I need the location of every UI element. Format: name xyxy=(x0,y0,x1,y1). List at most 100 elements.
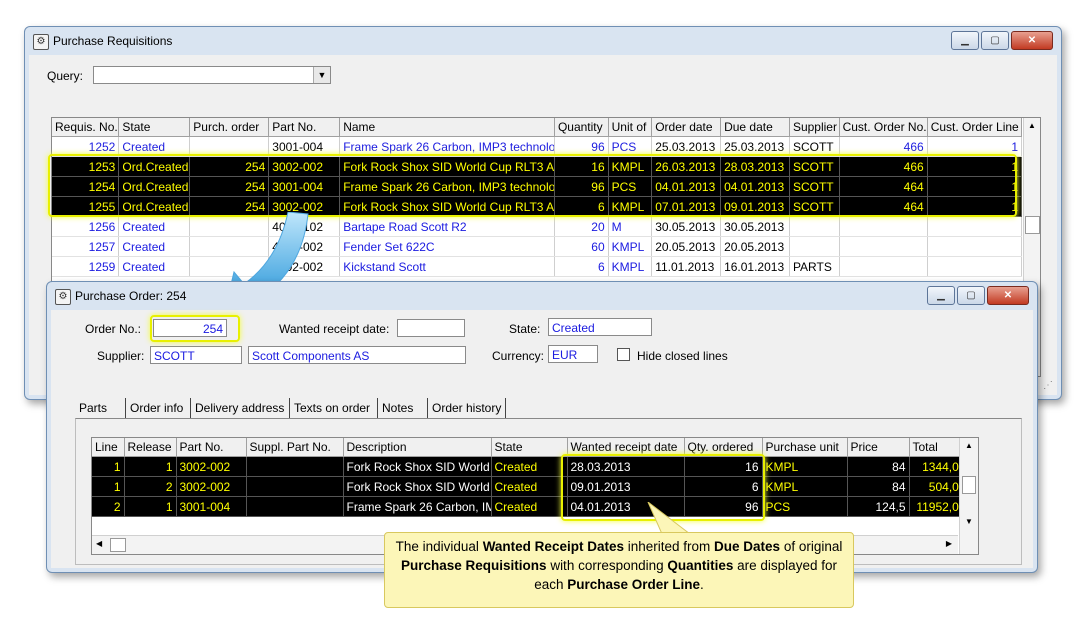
wanted-receipt-field[interactable] xyxy=(397,319,465,337)
cell-release: 2 xyxy=(124,476,177,497)
query-dropdown[interactable]: ▼ xyxy=(93,66,331,84)
table-row[interactable]: 1257Created4001-002Fender Set 622C60KMPL… xyxy=(52,236,1023,257)
scroll-right-icon[interactable]: ▶ xyxy=(946,539,952,548)
pr-column-header[interactable]: Due date xyxy=(720,118,790,137)
chevron-down-icon[interactable]: ▼ xyxy=(313,67,330,83)
po-column-header[interactable]: Description xyxy=(343,438,492,457)
table-row[interactable]: 1255 Ord.Created 254 3002-002 Fork Rock Shox… xyxy=(52,196,1023,217)
po-vertical-scrollbar[interactable]: ▲ ▼ xyxy=(959,438,978,554)
scrollbar-thumb[interactable] xyxy=(1025,216,1040,234)
pr-titlebar[interactable]: ⚙ Purchase Requisitions ▁ ▢ ✕ xyxy=(25,27,1061,55)
cell-line xyxy=(927,256,1023,277)
po-titlebar[interactable]: ⚙ Purchase Order: 254 ▁ ▢ ✕ xyxy=(47,282,1037,310)
pr-column-header[interactable]: Purch. order xyxy=(189,118,270,137)
po-column-header[interactable]: Suppl. Part No. xyxy=(246,438,344,457)
table-row[interactable]: 1252 Created 3001-004 Frame Spark 26 Carbon… xyxy=(52,136,1023,157)
cell-due: 28.03.2013 xyxy=(720,156,790,177)
po-column-header[interactable]: Purchase unit xyxy=(762,438,848,457)
minimize-button[interactable]: ▁ xyxy=(927,286,955,305)
pr-column-header[interactable]: Quantity xyxy=(554,118,609,137)
pr-column-header[interactable]: Unit of xyxy=(608,118,653,137)
scrollbar-thumb[interactable] xyxy=(962,476,976,494)
cell-cust: 464 xyxy=(839,176,928,197)
cell-name: Kickstand Scott xyxy=(339,256,555,277)
callout-emphasis: Purchase Requisitions xyxy=(401,558,547,573)
tab-notes[interactable]: Notes xyxy=(377,398,417,418)
cell-desc: Fork Rock Shox SID World xyxy=(343,476,492,497)
size-grip-icon[interactable]: ⋰ xyxy=(1043,380,1053,391)
cell-po: 254 xyxy=(189,156,270,177)
cell-unit: KMPL xyxy=(762,456,848,477)
scroll-up-icon[interactable]: ▲ xyxy=(960,438,978,454)
table-row[interactable]: 1256Created4003-102Bartape Road Scott R2… xyxy=(52,216,1023,237)
table-row[interactable]: 1259 Created 4002-002 Kickstand Scott 6 KMPL 1… xyxy=(52,256,1023,277)
tab-parts[interactable]: Parts xyxy=(75,398,112,418)
po-column-header[interactable]: Line xyxy=(92,438,125,457)
table-row[interactable]: 1254 Ord.Created 254 3001-004 Frame Spark 26… xyxy=(52,176,1023,197)
callout-note: The individual Wanted Receipt Dates inhe… xyxy=(384,532,854,608)
callout-pointer xyxy=(647,502,692,535)
cell-qty: 16 xyxy=(684,456,763,477)
currency-label: Currency: xyxy=(492,349,545,363)
cell-order: 07.01.2013 xyxy=(651,196,722,217)
cell-wanted: 28.03.2013 xyxy=(567,456,685,477)
po-column-header[interactable]: Price xyxy=(847,438,910,457)
maximize-button[interactable]: ▢ xyxy=(957,286,985,305)
order-no-label: Order No.: xyxy=(85,322,142,336)
cell-unit: KMPL xyxy=(608,196,653,217)
cell-state: Ord.Created xyxy=(118,156,191,177)
po-column-header[interactable]: Part No. xyxy=(176,438,247,457)
pr-column-header[interactable]: Part No. xyxy=(268,118,341,137)
table-row[interactable]: 1253 Ord.Created 254 3002-002 Fork Rock Shox… xyxy=(52,156,1023,177)
pr-column-header[interactable]: Supplier xyxy=(789,118,840,137)
cell-order: 30.05.2013 xyxy=(651,216,722,237)
scroll-down-icon[interactable]: ▼ xyxy=(960,517,978,526)
maximize-button[interactable]: ▢ xyxy=(981,31,1009,50)
hide-closed-checkbox[interactable] xyxy=(617,348,630,361)
cell-state: Created xyxy=(491,456,568,477)
close-button[interactable]: ✕ xyxy=(987,286,1029,305)
tab-order-info[interactable]: Order info xyxy=(125,398,187,418)
tab-order-history[interactable]: Order history xyxy=(427,398,507,418)
purchase-order-window: ⚙ Purchase Order: 254 ▁ ▢ ✕ Order No.: 2… xyxy=(46,281,1038,573)
po-column-header[interactable]: Release xyxy=(124,438,177,457)
cell-qty: 6 xyxy=(684,476,763,497)
pr-window-title: Purchase Requisitions xyxy=(53,34,173,48)
callout-run: of original xyxy=(780,539,843,554)
close-button[interactable]: ✕ xyxy=(1011,31,1053,50)
currency-field[interactable]: EUR xyxy=(548,345,598,363)
pr-column-header[interactable]: State xyxy=(118,118,191,137)
order-no-field[interactable]: 254 xyxy=(153,319,227,337)
pr-column-header[interactable]: Order date xyxy=(651,118,722,137)
supplier-label: Supplier: xyxy=(97,349,145,363)
callout-run: The individual xyxy=(395,539,483,554)
tab-texts-on-order[interactable]: Texts on order xyxy=(289,398,374,418)
cell-req: 1252 xyxy=(52,136,120,157)
po-column-header[interactable]: Qty. ordered xyxy=(684,438,763,457)
cell-state: Created xyxy=(118,256,191,277)
cell-supplier: PARTS xyxy=(789,256,840,277)
cell-release: 1 xyxy=(124,496,177,517)
pr-column-header[interactable]: Cust. Order Line xyxy=(927,118,1023,137)
scroll-left-icon[interactable]: ◀ xyxy=(96,539,102,548)
pr-column-header[interactable]: Requis. No. xyxy=(52,118,120,137)
scroll-up-icon[interactable]: ▲ xyxy=(1024,118,1040,134)
cell-price: 84 xyxy=(847,476,910,497)
supplier-code-field[interactable]: SCOTT xyxy=(150,346,242,364)
cell-line: 1 xyxy=(92,476,125,497)
table-row[interactable]: 1 1 3002-002 Fork Rock Shox SID World Create… xyxy=(92,456,970,477)
table-row[interactable]: 2 1 3001-004 Frame Spark 26 Carbon, IMI Crea… xyxy=(92,496,970,517)
pr-column-header[interactable]: Cust. Order No. xyxy=(839,118,928,137)
cell-order: 25.03.2013 xyxy=(651,136,722,157)
po-column-header[interactable]: State xyxy=(491,438,568,457)
minimize-button[interactable]: ▁ xyxy=(951,31,979,50)
cell-name: Frame Spark 26 Carbon, IMP3 technolo xyxy=(339,176,555,197)
callout-emphasis: Purchase Order Line xyxy=(567,577,701,592)
pr-column-header[interactable]: Name xyxy=(339,118,555,137)
po-column-header[interactable]: Wanted receipt date xyxy=(567,438,685,457)
scrollbar-thumb[interactable] xyxy=(110,538,126,552)
tab-delivery-address[interactable]: Delivery address xyxy=(190,398,288,418)
cell-cust: 464 xyxy=(839,196,928,217)
cell-unit: PCS xyxy=(608,176,653,197)
table-row[interactable]: 1 2 3002-002 Fork Rock Shox SID World Create… xyxy=(92,476,970,497)
